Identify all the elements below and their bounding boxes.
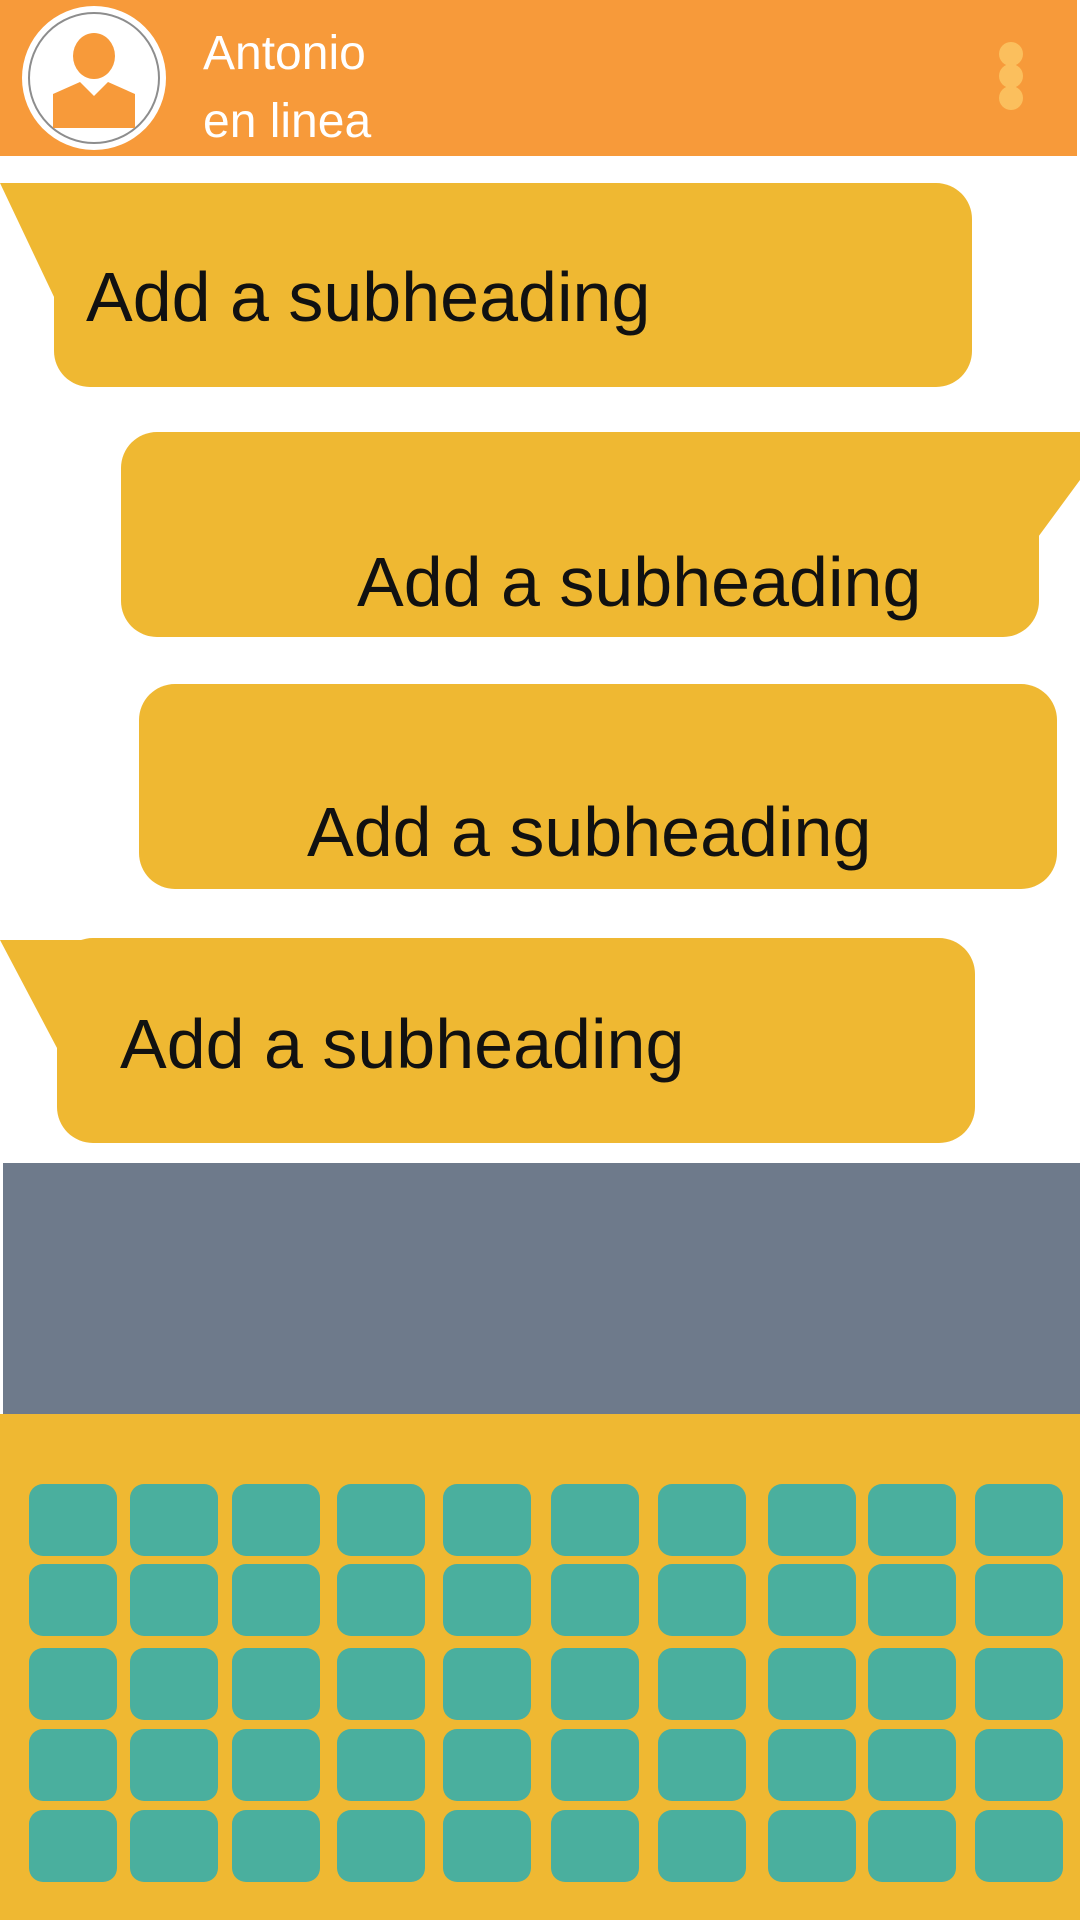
keyboard-key[interactable] (868, 1648, 956, 1720)
keyboard-key[interactable] (232, 1564, 320, 1636)
keyboard-key[interactable] (768, 1648, 856, 1720)
keyboard-key[interactable] (337, 1564, 425, 1636)
keyboard-key[interactable] (975, 1729, 1063, 1801)
keyboard-key[interactable] (868, 1729, 956, 1801)
keyboard-key[interactable] (29, 1484, 117, 1556)
keyboard-key[interactable] (232, 1484, 320, 1556)
keyboard-key[interactable] (551, 1810, 639, 1882)
message-text: Add a subheading (120, 1005, 685, 1083)
keyboard-key[interactable] (975, 1484, 1063, 1556)
message-text: Add a subheading (357, 543, 922, 621)
contact-status: en linea (203, 95, 372, 148)
keyboard-key[interactable] (130, 1648, 218, 1720)
message-bubble-outgoing[interactable]: Add a subheading (121, 432, 1039, 637)
keyboard-key[interactable] (29, 1729, 117, 1801)
avatar[interactable] (22, 6, 166, 150)
keyboard (0, 1414, 1080, 1920)
keyboard-key[interactable] (768, 1810, 856, 1882)
keyboard-key[interactable] (768, 1484, 856, 1556)
keyboard-key[interactable] (975, 1564, 1063, 1636)
keyboard-key[interactable] (337, 1810, 425, 1882)
keyboard-key[interactable] (551, 1484, 639, 1556)
keyboard-key[interactable] (337, 1484, 425, 1556)
keyboard-key[interactable] (868, 1564, 956, 1636)
keyboard-key[interactable] (768, 1564, 856, 1636)
keyboard-key[interactable] (29, 1810, 117, 1882)
message-bubble-outgoing[interactable]: Add a subheading (139, 684, 1057, 889)
keyboard-key[interactable] (130, 1484, 218, 1556)
message-bubble-incoming[interactable]: Add a subheading (54, 183, 972, 387)
keyboard-key[interactable] (443, 1564, 531, 1636)
keyboard-key[interactable] (868, 1484, 956, 1556)
keyboard-key[interactable] (29, 1564, 117, 1636)
keyboard-key[interactable] (232, 1648, 320, 1720)
keyboard-key[interactable] (232, 1729, 320, 1801)
keyboard-key[interactable] (443, 1648, 531, 1720)
message-input-area[interactable] (3, 1163, 1080, 1414)
keyboard-key[interactable] (658, 1729, 746, 1801)
message-text: Add a subheading (86, 258, 651, 336)
message-text: Add a subheading (307, 793, 872, 871)
keyboard-key[interactable] (29, 1648, 117, 1720)
keyboard-key[interactable] (337, 1729, 425, 1801)
contact-name: Antonio (203, 27, 366, 80)
keyboard-key[interactable] (232, 1810, 320, 1882)
chat-header: Antonio en linea (0, 0, 1077, 156)
keyboard-key[interactable] (130, 1564, 218, 1636)
keyboard-key[interactable] (975, 1810, 1063, 1882)
keyboard-key[interactable] (130, 1810, 218, 1882)
keyboard-key[interactable] (658, 1810, 746, 1882)
keyboard-key[interactable] (443, 1729, 531, 1801)
keyboard-key[interactable] (443, 1810, 531, 1882)
keyboard-key[interactable] (443, 1484, 531, 1556)
keyboard-key[interactable] (551, 1564, 639, 1636)
keyboard-key[interactable] (337, 1648, 425, 1720)
user-icon (53, 33, 135, 128)
keyboard-key[interactable] (658, 1564, 746, 1636)
keyboard-key[interactable] (975, 1648, 1063, 1720)
keyboard-key[interactable] (658, 1484, 746, 1556)
keyboard-key[interactable] (551, 1729, 639, 1801)
keyboard-key[interactable] (658, 1648, 746, 1720)
more-vert-icon[interactable] (995, 36, 1027, 116)
message-bubble-incoming[interactable]: Add a subheading (57, 938, 975, 1143)
keyboard-key[interactable] (868, 1810, 956, 1882)
keyboard-key[interactable] (768, 1729, 856, 1801)
keyboard-key[interactable] (551, 1648, 639, 1720)
keyboard-key[interactable] (130, 1729, 218, 1801)
